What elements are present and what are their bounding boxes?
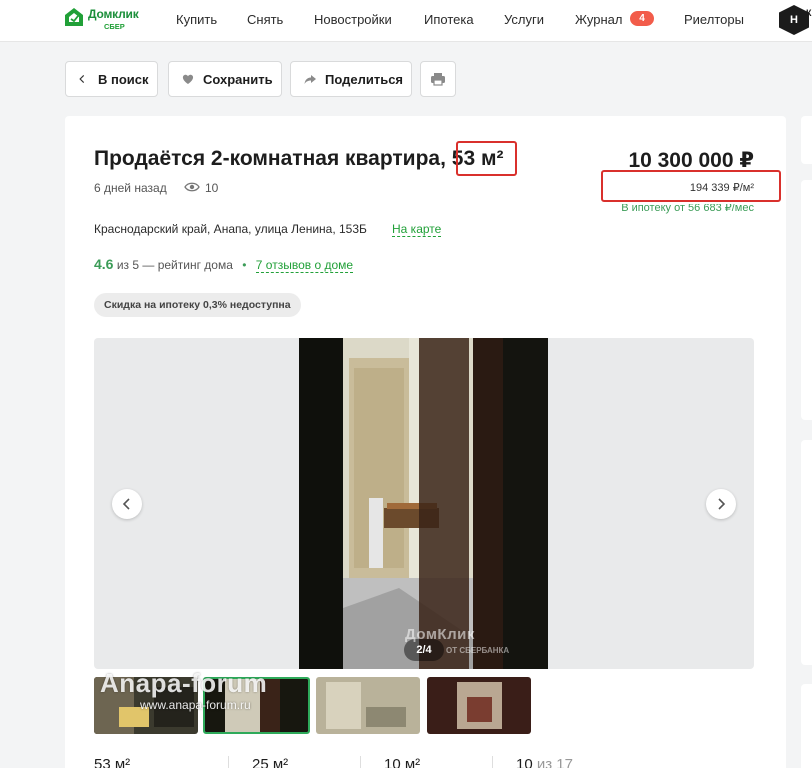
chevron-right-icon [718, 498, 726, 510]
logo-sub: СБЕР [104, 22, 125, 31]
house-logo-icon [65, 8, 83, 26]
nav-realtors[interactable]: Риелторы [684, 12, 744, 27]
stat-divider [228, 756, 229, 768]
nav-rent[interactable]: Снять [247, 12, 283, 27]
photo-watermark: ДомКлик [405, 626, 475, 643]
share-arrow-icon [304, 75, 316, 84]
side-panel-4 [801, 684, 812, 768]
photo-watermark-sub: ОТ СБЕРБАНКА [446, 646, 510, 655]
back-label: В поиск [98, 71, 149, 87]
photo-gallery[interactable]: 2/4 [94, 338, 754, 669]
gallery-next-button[interactable] [706, 489, 736, 519]
side-panel-2 [801, 180, 812, 420]
partner-logo[interactable]: H [779, 5, 809, 35]
mortgage-discount-chip: Скидка на ипотеку 0,3% недоступна [94, 293, 301, 317]
site-watermark-url: www.anapa-forum.ru [140, 698, 251, 712]
stat-total-area: 53 м² [94, 756, 131, 768]
share-button[interactable]: Поделиться [290, 61, 412, 97]
nav-buy[interactable]: Купить [176, 12, 217, 27]
thumbnail-image [316, 677, 420, 734]
on-map-link[interactable]: На карте [392, 222, 442, 237]
thumbnail-image [427, 677, 531, 734]
main-photo[interactable] [299, 338, 548, 669]
thumbnail-4[interactable] [427, 677, 531, 734]
nav-services[interactable]: Услуги [504, 12, 544, 27]
listing-title: Продаётся 2-комнатная квартира, 53 м² [94, 147, 504, 171]
posted-date: 6 дней назад [94, 181, 167, 195]
back-to-search-button[interactable]: В поиск [65, 61, 158, 97]
stat-floor-of: из 17 [536, 756, 573, 768]
separator-dot: • [242, 258, 247, 272]
save-label: Сохранить [203, 71, 273, 87]
site-watermark: Anapa-forum [100, 668, 268, 698]
logo-text: Домклик [88, 7, 139, 21]
partner-logo-text: К [806, 8, 812, 18]
chevron-left-icon [122, 498, 130, 510]
reviews-link[interactable]: 7 отзывов о доме [255, 258, 354, 273]
views-count: 10 [205, 181, 219, 195]
eye-icon [184, 182, 200, 192]
journal-badge: 4 [630, 11, 654, 26]
save-button[interactable]: Сохранить [168, 61, 282, 97]
side-panel-3 [801, 440, 812, 665]
address: Краснодарский край, Анапа, улица Ленина,… [94, 222, 367, 236]
apartment-photo [299, 338, 548, 669]
nav-new-buildings[interactable]: Новостройки [314, 12, 392, 27]
stat-living-area: 25 м² [252, 756, 289, 768]
gallery-prev-button[interactable] [112, 489, 142, 519]
stat-floor-value: 10 [516, 756, 533, 768]
rating-text: из 5 — рейтинг дома [116, 258, 233, 272]
side-panel [801, 116, 812, 164]
price-per-m2-highlight-box [601, 170, 781, 202]
stat-kitchen-area: 10 м² [384, 756, 421, 768]
heart-icon [182, 74, 194, 84]
stat-divider [492, 756, 493, 768]
thumbnail-3[interactable] [316, 677, 420, 734]
house-rating: 4.6 из 5 — рейтинг дома • 7 отзывов о до… [94, 256, 354, 273]
rating-value: 4.6 [94, 256, 114, 272]
stat-divider [360, 756, 361, 768]
chevron-left-icon [79, 75, 85, 83]
share-label: Поделиться [325, 71, 404, 87]
print-button[interactable] [420, 61, 456, 97]
stat-floor: 10 из 17 [516, 756, 573, 768]
printer-icon [431, 73, 445, 86]
title-prefix: Продаётся 2-комнатная квартира, [94, 147, 452, 170]
domclick-logo[interactable]: Домклик СБЕР [64, 6, 150, 34]
nav-journal[interactable]: Журнал [575, 12, 622, 27]
top-header: Домклик СБЕР Купить Снять Новостройки Ип… [0, 0, 812, 42]
area-highlight-box [456, 141, 517, 176]
nav-mortgage[interactable]: Ипотека [424, 12, 474, 27]
